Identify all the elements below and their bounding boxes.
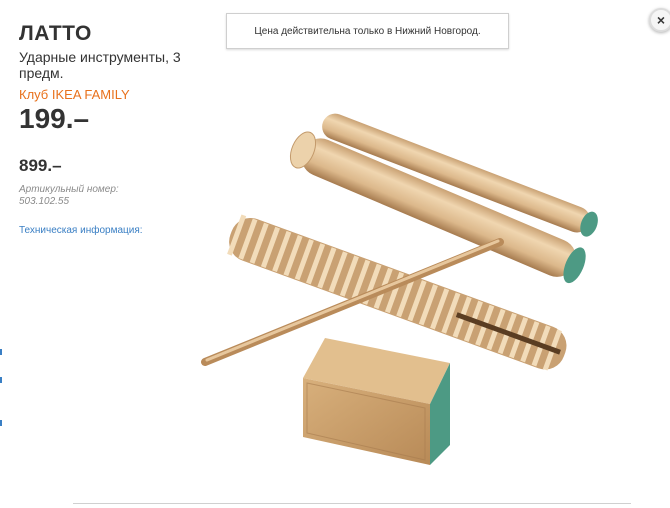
product-image [201,113,598,465]
price-notice: Цена действительна только в Нижний Новго… [226,13,509,49]
article-number: Артикульный номер: 503.102.55 [19,184,119,207]
close-icon: × [656,12,666,28]
product-name: ЛАТТО [19,22,92,45]
technical-info-link[interactable]: Техническая информация: [19,225,209,236]
family-price: 199.– [19,103,90,134]
wood-block [303,338,450,465]
left-edge-marker [0,420,2,426]
product-info: ЛАТТО Ударные инструменты, 3 предм. Клуб… [19,22,209,236]
regular-price: 899.– [19,156,62,175]
product-description: Ударные инструменты, 3 предм. [19,49,181,81]
left-edge-marker [0,377,2,383]
left-edge-marker [0,349,2,355]
close-button[interactable]: × [649,8,670,32]
ikea-family-label: Клуб IKEA FAMILY [19,87,130,102]
bottom-divider [73,503,631,504]
